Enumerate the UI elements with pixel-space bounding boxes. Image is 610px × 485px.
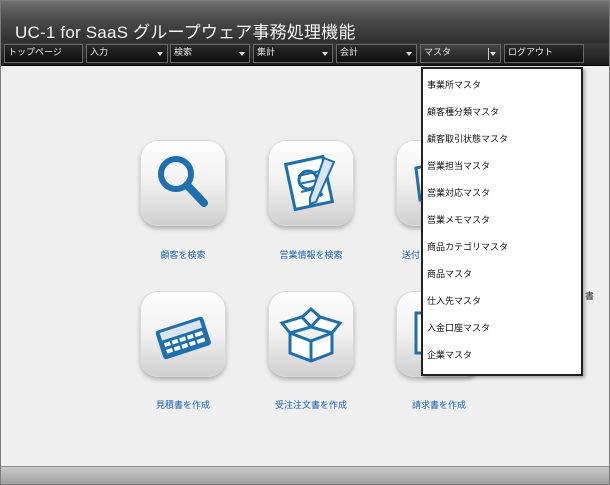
nav-aggregate[interactable]: 集計	[253, 44, 333, 63]
footer-bar	[1, 466, 609, 484]
nav-top-page-label: トップページ	[8, 48, 62, 58]
invoice-create-link[interactable]: 請求書を作成	[374, 398, 504, 411]
nav-logout[interactable]: ログアウト	[504, 44, 584, 63]
divider	[488, 48, 489, 60]
nav-search-label: 検索	[174, 48, 193, 58]
chevron-down-icon	[157, 52, 163, 56]
estimate-create-link[interactable]: 見積書を作成	[118, 398, 248, 411]
order-create-link[interactable]: 受注注文書を作成	[246, 398, 376, 411]
menu-item-product-category-master[interactable]: 商品カテゴリマスタ	[427, 240, 508, 256]
customer-search-link[interactable]: 顧客を検索	[118, 248, 248, 261]
open-box-icon	[279, 306, 343, 363]
menu-item-office-master[interactable]: 事業所マスタ	[427, 78, 481, 94]
calculator-icon	[155, 316, 211, 360]
menu-item-customer-category-master[interactable]: 顧客種分類マスタ	[427, 105, 499, 121]
chevron-down-icon	[322, 52, 328, 56]
estimate-tile[interactable]	[140, 291, 226, 377]
menu-item-customer-status-master[interactable]: 顧客取引状態マスタ	[427, 132, 508, 148]
notepad-pencil-icon	[283, 154, 336, 212]
nav-bar: トップページ 入力 検索 集計 会計 マスタ ログアウト	[1, 43, 609, 66]
nav-top-page[interactable]: トップページ	[4, 44, 83, 63]
partial-tile-label: 書	[585, 292, 595, 302]
menu-item-sales-memo-master[interactable]: 営業メモマスタ	[427, 213, 490, 229]
nav-master-label: マスタ	[424, 48, 452, 58]
nav-accounting-label: 会計	[340, 48, 359, 58]
nav-logout-label: ログアウト	[508, 48, 554, 58]
order-tile[interactable]	[268, 291, 354, 377]
customer-search-tile[interactable]	[140, 140, 226, 226]
menu-item-sales-response-master[interactable]: 営業対応マスタ	[427, 186, 490, 202]
menu-item-company-master[interactable]: 企業マスタ	[427, 348, 472, 364]
app-window: UC-1 for SaaS グループウェア事務処理機能 トップページ 入力 検索…	[0, 0, 610, 485]
sales-info-search-tile[interactable]	[268, 140, 354, 226]
chevron-down-icon	[406, 52, 412, 56]
nav-input[interactable]: 入力	[86, 44, 168, 63]
app-title: UC-1 for SaaS グループウェア事務処理機能	[15, 23, 356, 42]
nav-search[interactable]: 検索	[170, 44, 250, 63]
menu-item-deposit-account-master[interactable]: 入金口座マスタ	[427, 321, 490, 337]
chevron-down-icon	[239, 52, 245, 56]
master-dropdown-menu: 事業所マスタ 顧客種分類マスタ 顧客取引状態マスタ 営業担当マスタ 営業対応マス…	[421, 67, 583, 376]
title-bar: UC-1 for SaaS グループウェア事務処理機能	[1, 1, 609, 43]
menu-item-sales-rep-master[interactable]: 営業担当マスタ	[427, 159, 490, 175]
menu-item-supplier-master[interactable]: 仕入先マスタ	[427, 294, 481, 310]
magnifier-icon	[158, 156, 208, 207]
menu-item-product-master[interactable]: 商品マスタ	[427, 267, 472, 283]
chevron-down-icon	[490, 52, 496, 56]
nav-input-label: 入力	[90, 48, 109, 58]
nav-accounting[interactable]: 会計	[336, 44, 417, 63]
nav-aggregate-label: 集計	[257, 48, 276, 58]
nav-master[interactable]: マスタ	[420, 44, 501, 63]
